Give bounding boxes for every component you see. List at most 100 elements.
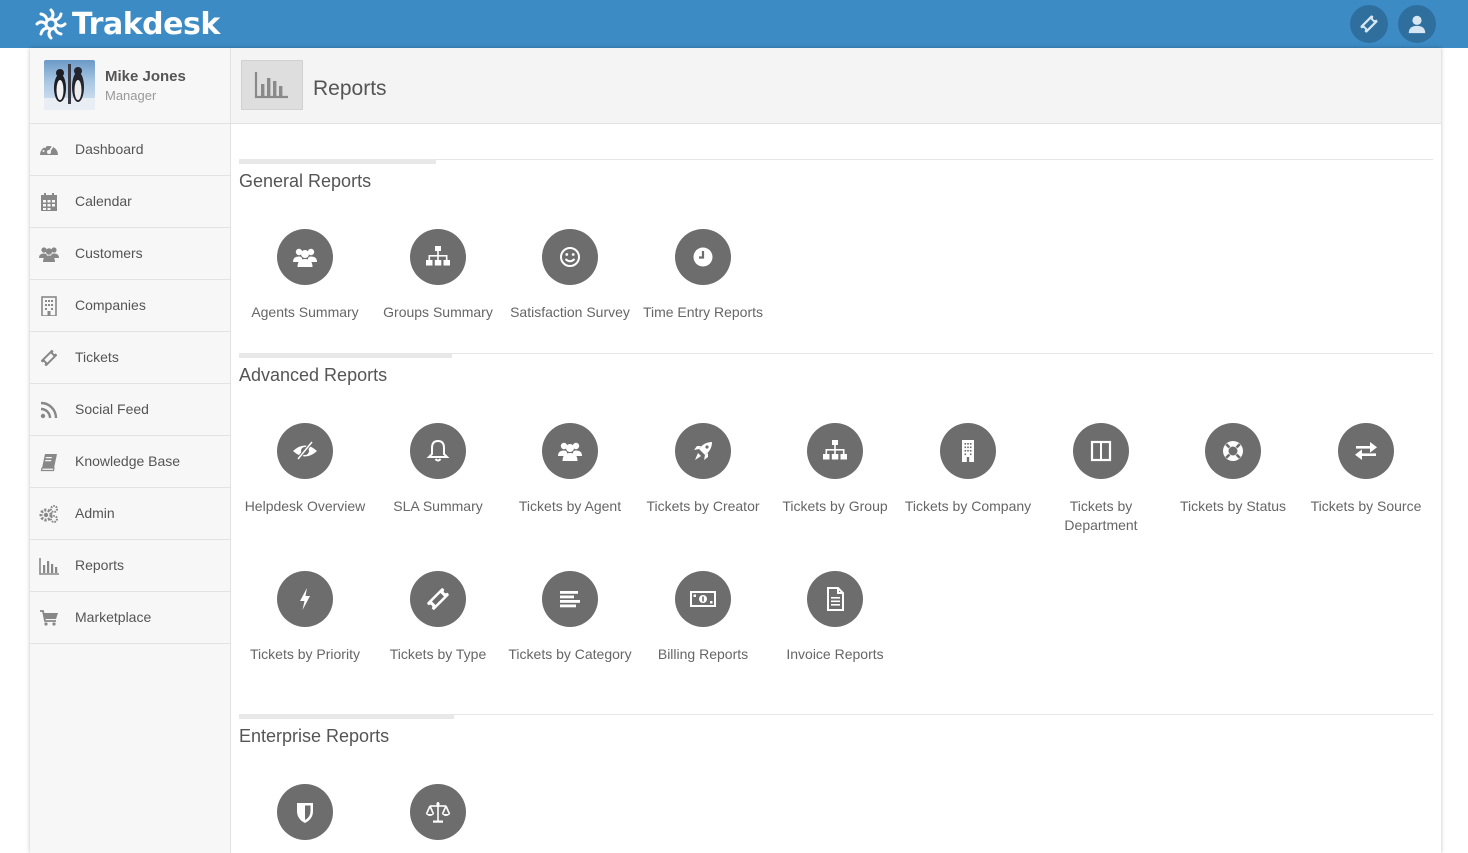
sidebar-item-label: Calendar <box>75 193 132 209</box>
report-enterprise-compliance[interactable] <box>372 784 504 853</box>
report-groups-summary[interactable]: Groups Summary <box>372 229 504 322</box>
report-label: Helpdesk Overview <box>244 498 366 514</box>
shield-icon <box>277 784 333 840</box>
report-satisfaction-survey[interactable]: Satisfaction Survey <box>504 229 636 322</box>
cart-icon <box>39 608 59 628</box>
sidebar-item-label: Social Feed <box>75 401 149 417</box>
report-label: Tickets by Creator <box>646 498 760 514</box>
sidebar-item-label: Companies <box>75 297 146 313</box>
profile-role: Manager <box>105 88 157 103</box>
report-billing[interactable]: Billing Reports <box>637 571 769 664</box>
enterprise-reports-section: Enterprise Reports <box>239 714 1433 853</box>
report-agents-summary[interactable]: Agents Summary <box>239 229 371 322</box>
building-icon <box>39 296 59 317</box>
rocket-icon <box>675 423 731 479</box>
report-tickets-by-priority[interactable]: Tickets by Priority <box>239 571 371 664</box>
bell-icon <box>410 423 466 479</box>
top-bar: Trakdesk <box>0 0 1468 48</box>
section-title: Enterprise Reports <box>239 726 390 746</box>
report-tickets-by-type[interactable]: Tickets by Type <box>372 571 504 664</box>
user-profile[interactable]: Mike Jones Manager <box>30 48 230 124</box>
sidebar-item-label: Reports <box>75 557 125 573</box>
columns-icon <box>1073 423 1129 479</box>
report-tickets-by-category[interactable]: Tickets by Category <box>504 571 636 664</box>
logo-text: Trakdesk <box>72 6 220 42</box>
gears-icon <box>39 504 59 524</box>
report-label: Tickets by Type <box>389 646 487 662</box>
sidebar-item-label: Knowledge Base <box>75 453 181 469</box>
report-label: Time Entry Reports <box>642 304 764 320</box>
page-title: Reports <box>313 77 387 100</box>
report-label: Tickets by Company <box>904 498 1032 514</box>
profile-name: Mike Jones <box>105 68 186 85</box>
report-label: Tickets by Source <box>1310 498 1422 514</box>
report-label: Billing Reports <box>657 646 749 662</box>
sidebar-item-label: Tickets <box>75 349 119 365</box>
report-tickets-by-group[interactable]: Tickets by Group <box>769 423 901 516</box>
users-icon <box>277 229 333 285</box>
report-tickets-by-department[interactable]: Tickets by Department <box>1035 423 1167 535</box>
ticket-icon <box>1360 15 1378 33</box>
sidebar-item-calendar[interactable]: Calendar <box>30 176 230 228</box>
report-sla-summary[interactable]: SLA Summary <box>372 423 504 516</box>
report-label: Tickets by Group <box>782 498 888 514</box>
section-title: General Reports <box>239 171 372 191</box>
report-label: Tickets by Department <box>1064 498 1138 533</box>
life-ring-icon <box>1205 423 1261 479</box>
user-menu-button[interactable] <box>1398 5 1436 43</box>
bar-chart-icon <box>241 60 303 110</box>
bar-chart-icon <box>39 556 59 576</box>
sidebar-item-social-feed[interactable]: Social Feed <box>30 384 230 436</box>
report-label: Tickets by Agent <box>518 498 622 514</box>
exchange-icon <box>1338 423 1394 479</box>
sidebar-item-reports[interactable]: Reports <box>30 540 230 592</box>
sidebar-item-label: Customers <box>75 245 143 261</box>
sidebar-item-companies[interactable]: Companies <box>30 280 230 332</box>
calendar-icon <box>39 192 59 212</box>
eye-slash-icon <box>277 423 333 479</box>
sitemap-icon <box>410 229 466 285</box>
app-logo[interactable]: Trakdesk <box>31 5 220 43</box>
balance-scale-icon <box>410 784 466 840</box>
report-invoice[interactable]: Invoice Reports <box>769 571 901 664</box>
report-tickets-by-source[interactable]: Tickets by Source <box>1300 423 1432 516</box>
report-label: Tickets by Status <box>1179 498 1287 514</box>
sidebar-item-label: Dashboard <box>75 141 144 157</box>
avatar <box>44 60 95 110</box>
report-time-entry[interactable]: Time Entry Reports <box>637 229 769 322</box>
report-enterprise-security[interactable] <box>239 784 371 853</box>
clock-icon <box>675 229 731 285</box>
building-icon <box>940 423 996 479</box>
book-icon <box>39 452 59 472</box>
money-icon <box>675 571 731 627</box>
file-text-icon <box>807 571 863 627</box>
sidebar-item-marketplace[interactable]: Marketplace <box>30 592 230 644</box>
main-content: Reports General Reports Agents Summary G… <box>231 48 1441 853</box>
page-header: Reports <box>231 48 1441 124</box>
sidebar-item-knowledge-base[interactable]: Knowledge Base <box>30 436 230 488</box>
users-icon <box>39 244 59 264</box>
report-label: Agents Summary <box>251 304 359 320</box>
sidebar: Mike Jones Manager Dashboard Calendar Cu… <box>30 48 231 853</box>
logo-icon <box>35 8 67 40</box>
report-helpdesk-overview[interactable]: Helpdesk Overview <box>239 423 371 516</box>
sidebar-item-admin[interactable]: Admin <box>30 488 230 540</box>
report-label: Tickets by Priority <box>250 646 360 662</box>
report-tickets-by-creator[interactable]: Tickets by Creator <box>637 423 769 516</box>
sidebar-item-customers[interactable]: Customers <box>30 228 230 280</box>
report-tickets-by-agent[interactable]: Tickets by Agent <box>504 423 636 516</box>
report-tickets-by-status[interactable]: Tickets by Status <box>1167 423 1299 516</box>
dashboard-icon <box>39 140 59 160</box>
app-frame: Mike Jones Manager Dashboard Calendar Cu… <box>30 48 1441 853</box>
sidebar-item-dashboard[interactable]: Dashboard <box>30 124 230 176</box>
sidebar-item-label: Admin <box>75 505 115 521</box>
ticket-icon <box>39 348 59 368</box>
general-reports-section: General Reports Agents Summary Groups Su… <box>239 159 1433 349</box>
users-icon <box>542 423 598 479</box>
report-tickets-by-company[interactable]: Tickets by Company <box>902 423 1034 516</box>
sidebar-item-label: Marketplace <box>75 609 152 625</box>
sidebar-item-tickets[interactable]: Tickets <box>30 332 230 384</box>
align-left-icon <box>542 571 598 627</box>
report-label: Satisfaction Survey <box>510 304 630 320</box>
tickets-shortcut-button[interactable] <box>1350 5 1388 43</box>
